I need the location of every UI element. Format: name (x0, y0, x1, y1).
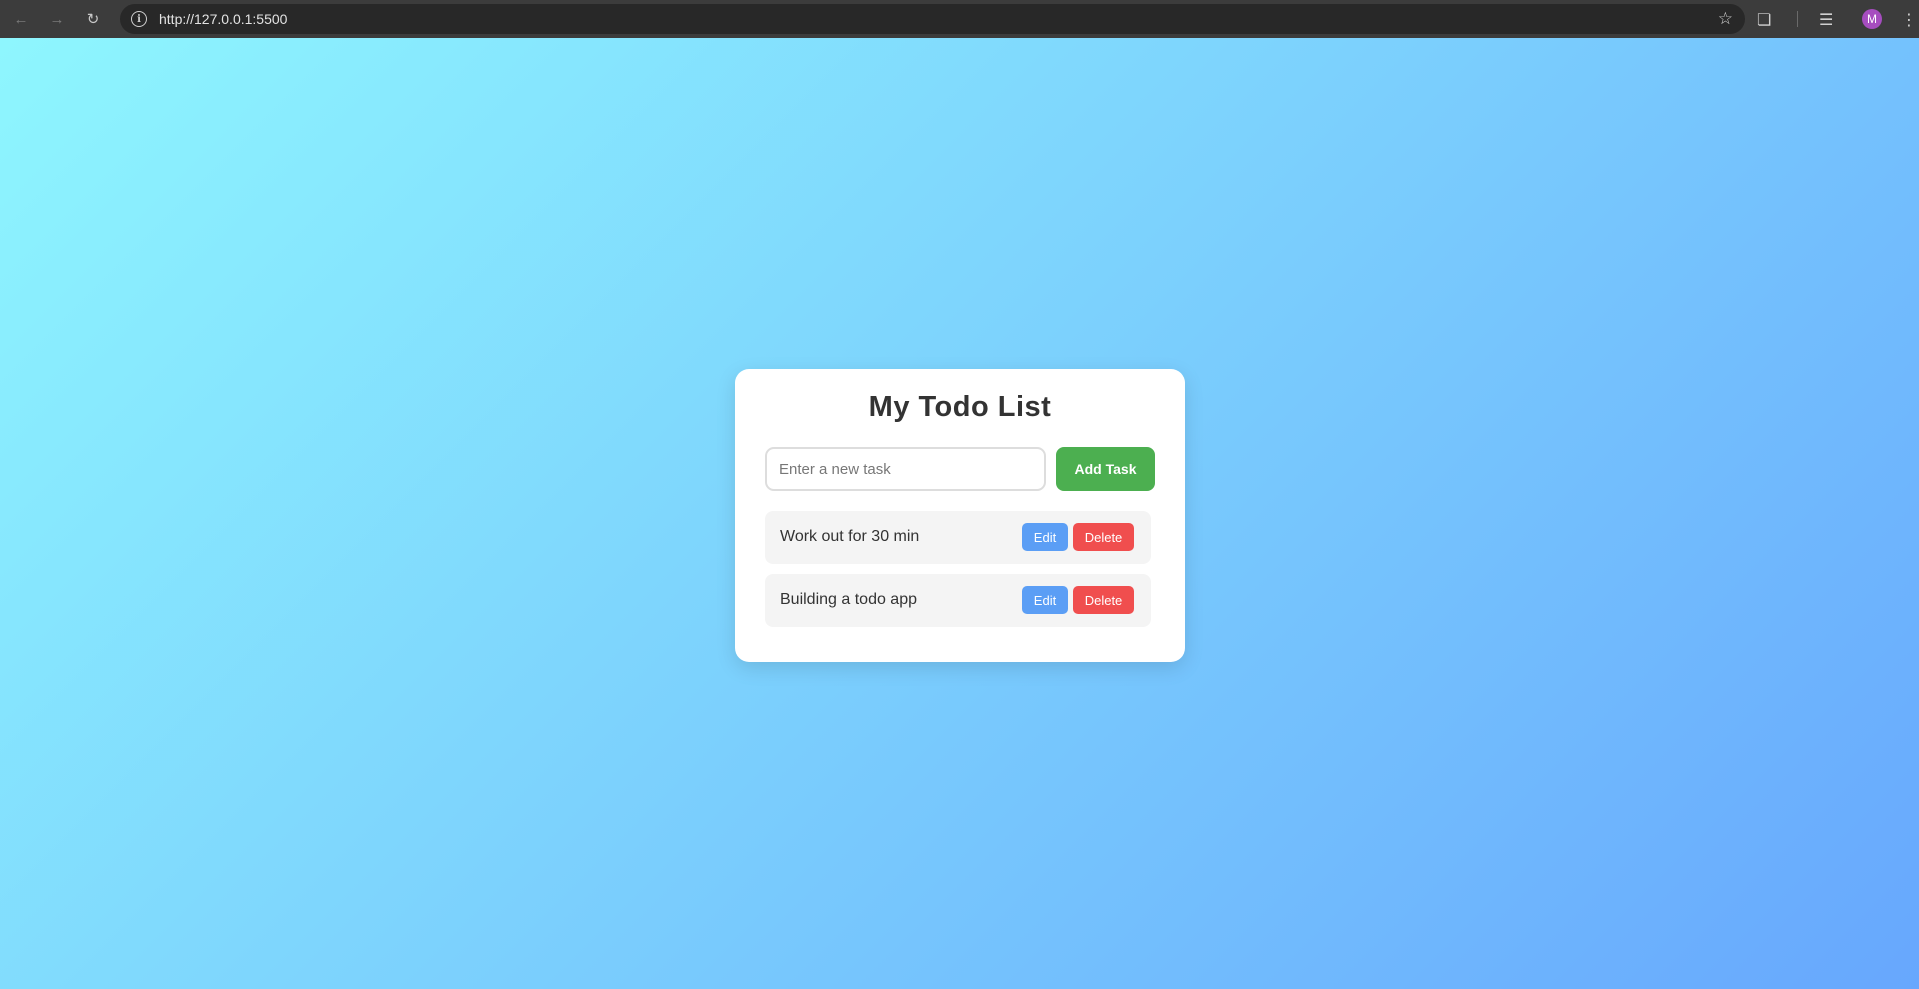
media-queue-icon[interactable]: ☰ (1819, 10, 1833, 29)
delete-button[interactable]: Delete (1073, 586, 1134, 614)
bookmark-star-icon[interactable]: ☆ (1718, 9, 1733, 29)
menu-kebab-icon[interactable]: ⋮ (1901, 10, 1917, 29)
new-task-input[interactable] (765, 447, 1046, 491)
task-text: Building a todo app (780, 591, 917, 608)
page-background: My Todo List Add Task Work out for 30 mi… (0, 38, 1919, 989)
task-item: Building a todo app Edit Delete (765, 574, 1151, 627)
reload-button[interactable]: ↻ (79, 5, 107, 33)
site-info-icon[interactable]: i (131, 11, 147, 27)
delete-button[interactable]: Delete (1073, 523, 1134, 551)
task-list: Work out for 30 min Edit Delete Building… (765, 511, 1151, 637)
back-button[interactable]: ← (7, 5, 35, 33)
task-item: Work out for 30 min Edit Delete (765, 511, 1151, 564)
toolbar-divider (1797, 11, 1798, 27)
page-title: My Todo List (868, 391, 1052, 423)
reload-icon: ↻ (86, 11, 100, 28)
profile-avatar[interactable]: M (1862, 9, 1882, 29)
edit-button[interactable]: Edit (1022, 586, 1068, 614)
add-task-button[interactable]: Add Task (1056, 447, 1155, 491)
extensions-icon[interactable]: ❏ (1757, 10, 1771, 29)
address-bar[interactable]: i http://127.0.0.1:5500 ☆ (120, 4, 1745, 34)
edit-button[interactable]: Edit (1022, 523, 1068, 551)
browser-toolbar: ← → ↻ i http://127.0.0.1:5500 ☆ ❏ ☰ M ⋮ (0, 0, 1919, 38)
url-text[interactable]: http://127.0.0.1:5500 (159, 11, 287, 27)
arrow-left-icon: ← (13, 10, 29, 28)
task-text: Work out for 30 min (780, 528, 920, 545)
arrow-right-icon: → (49, 10, 65, 28)
forward-button[interactable]: → (43, 5, 71, 33)
todo-card: My Todo List Add Task Work out for 30 mi… (735, 369, 1185, 662)
avatar-letter: M (1867, 12, 1877, 26)
